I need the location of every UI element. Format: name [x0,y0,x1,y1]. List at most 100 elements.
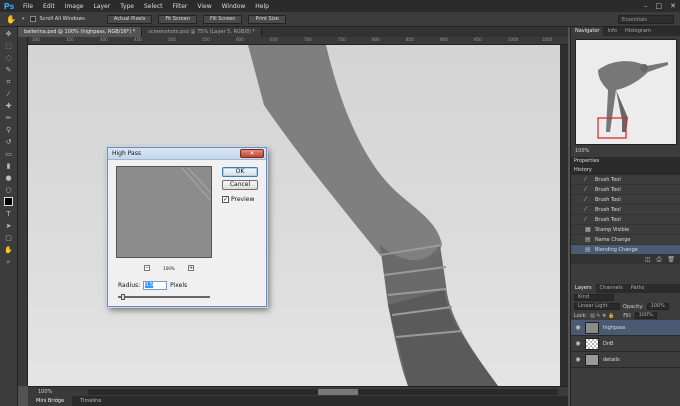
workspace-select[interactable]: Essentials [618,15,674,24]
crop-tool-icon[interactable]: ⌗ [4,77,14,87]
menu-image[interactable]: Image [60,3,89,10]
dodge-icon[interactable]: ○ [4,185,14,195]
blend-mode-select[interactable]: Linear Light [574,303,620,310]
brush-tool-icon[interactable]: ✏ [4,113,14,123]
tab-channels[interactable]: Channels [596,284,627,293]
menu-edit[interactable]: Edit [38,3,60,10]
eyedropper-icon[interactable]: ⁄ [4,89,14,99]
eraser-icon[interactable]: ▭ [4,149,14,159]
brush-icon: ⁄ [585,216,587,223]
hand-tool-icon[interactable]: ✋ [6,15,16,24]
photoshop-logo: Ps [3,1,15,11]
eye-icon[interactable]: ◉ [575,356,581,363]
move-tool-icon[interactable]: ✥ [4,29,14,39]
layer-thumbnail [585,321,599,334]
minimize-icon[interactable]: – [644,2,648,10]
gradient-icon[interactable]: ▮ [4,161,14,171]
scrollbar-thumb[interactable] [318,389,358,395]
tab-mini-bridge[interactable]: Mini Bridge [28,396,73,406]
menu-help[interactable]: Help [250,3,274,10]
fit-screen-button[interactable]: Fit Screen [158,14,197,24]
preview-image [117,167,211,257]
opacity-input[interactable]: 100% [646,303,669,310]
lock-icons[interactable]: ▧ ✎ ✥ 🔒 [590,313,614,319]
fill-input[interactable]: 100% [634,312,657,319]
eye-icon[interactable]: ◉ [575,340,581,347]
zoom-level[interactable]: 100% [28,389,56,395]
history-header[interactable]: History [571,166,680,175]
quick-select-icon[interactable]: ✎ [4,65,14,75]
slider-thumb[interactable] [121,294,125,300]
zoom-tool-icon[interactable]: ⌕ [4,257,14,267]
tab-histogram[interactable]: Histogram [621,27,655,36]
history-item[interactable]: ⁄ Brush Tool [571,175,680,185]
tab-info[interactable]: Info [603,27,620,36]
marquee-tool-icon[interactable]: ⬚ [4,41,14,51]
foreground-color-swatch[interactable] [4,197,13,206]
close-icon[interactable]: ✕ [670,2,676,10]
layer-row[interactable]: ◉ highpass [571,320,680,336]
trash-icon[interactable]: 🗑 [667,256,675,263]
navigator-thumbnail[interactable] [575,39,677,145]
kind-filter-select[interactable]: Kind [574,294,614,301]
radius-input[interactable]: 0.5 [143,281,168,290]
ruler-label: 800 [372,37,380,42]
history-item[interactable]: ▤ Blending Change [571,245,680,255]
zoom-in-button[interactable]: + [188,265,194,271]
tab-layers[interactable]: Layers [571,284,596,293]
actual-pixels-button[interactable]: Actual Pixels [106,14,153,24]
fill-screen-button[interactable]: Fill Screen [202,14,243,24]
ok-button[interactable]: OK [222,167,258,177]
scroll-all-checkbox[interactable] [30,16,37,22]
horizontal-scrollbar[interactable] [88,389,558,395]
properties-panel-header[interactable]: Properties [571,157,680,166]
tab-navigator[interactable]: Navigator [571,27,604,36]
eye-icon[interactable]: ◉ [575,324,581,331]
path-select-icon[interactable]: ➤ [4,221,14,231]
type-tool-icon[interactable]: T [4,209,14,219]
camera-icon[interactable]: ⎙ [657,256,662,264]
history-item-label: Brush Tool [595,186,621,193]
history-item[interactable]: ▦ Stamp Visible [571,225,680,235]
layer-row[interactable]: ◉ DnB [571,336,680,352]
menu-layer[interactable]: Layer [88,3,115,10]
filter-preview[interactable] [116,166,212,258]
tab-ballerina[interactable]: ballerina.psd @ 100% (highpass, RGB/16*)… [18,27,143,37]
radius-slider[interactable] [118,294,210,300]
lasso-tool-icon[interactable]: ◌ [4,53,14,63]
layers-panel: Layers Channels Paths Kind Linear Light … [571,284,680,406]
clone-stamp-icon[interactable]: ⚲ [4,125,14,135]
layer-row[interactable]: ◉ details [571,352,680,368]
zoom-out-button[interactable]: − [144,265,150,271]
hand-tool-icon[interactable]: ✋ [4,245,14,255]
history-item[interactable]: ⁄ Brush Tool [571,195,680,205]
menu-type[interactable]: Type [115,3,139,10]
history-item[interactable]: ⁄ Brush Tool [571,205,680,215]
preview-checkbox[interactable]: ✓ [222,196,229,203]
menu-file[interactable]: File [18,3,38,10]
vertical-scrollbar[interactable] [560,45,568,386]
snapshot-icon[interactable]: ◫ [645,256,651,263]
history-item[interactable]: ⁄ Brush Tool [571,215,680,225]
maximize-icon[interactable]: □ [656,2,663,10]
tab-screenshots[interactable]: screenshots.psd @ 75% (Layer 5, RGB/8) * [142,27,263,37]
print-size-button[interactable]: Print Size [248,14,286,24]
scroll-all-windows[interactable]: Scroll All Windows [30,16,85,22]
menu-view[interactable]: View [192,3,216,10]
preview-toggle[interactable]: ✓ Preview [222,196,254,203]
menu-filter[interactable]: Filter [168,3,193,10]
tab-paths[interactable]: Paths [627,284,649,293]
chevron-down-icon[interactable]: ▾ [22,16,25,22]
navigator-zoom[interactable]: 100% [575,148,677,155]
history-brush-icon[interactable]: ↺ [4,137,14,147]
menu-select[interactable]: Select [139,3,168,10]
cancel-button[interactable]: Cancel [222,180,258,190]
shape-tool-icon[interactable]: ▢ [4,233,14,243]
history-item[interactable]: ▤ Name Change [571,235,680,245]
history-item[interactable]: ⁄ Brush Tool [571,185,680,195]
menu-window[interactable]: Window [217,3,251,10]
healing-brush-icon[interactable]: ✚ [4,101,14,111]
tab-timeline[interactable]: Timeline [72,396,109,406]
blur-icon[interactable]: ● [4,173,14,183]
dialog-close-button[interactable]: ✕ [240,149,264,158]
